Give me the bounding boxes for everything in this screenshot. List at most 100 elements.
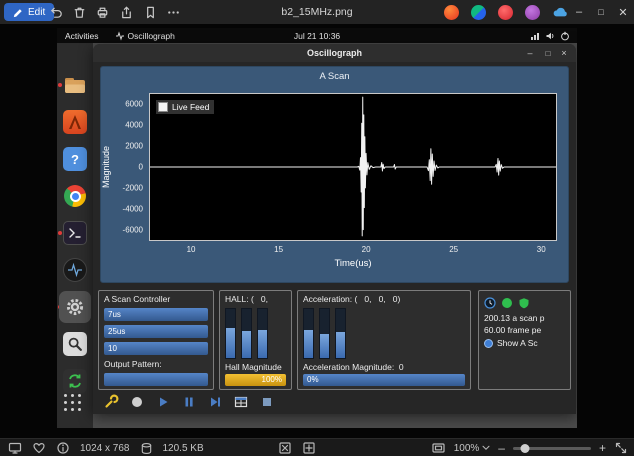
a-scan-controller-group: A Scan Controller 7us 25us 10 Output Pat… xyxy=(98,290,214,390)
minimize-button[interactable]: – xyxy=(568,0,590,24)
settings-app-icon[interactable] xyxy=(63,295,87,319)
level-meter xyxy=(225,308,236,359)
app-titlebar: Edit b2_15MHz.png – □ ✕ xyxy=(0,0,634,24)
controls-row: A Scan Controller 7us 25us 10 Output Pat… xyxy=(98,290,571,390)
oscillograph-titlebar[interactable]: Oscillograph – □ × xyxy=(93,44,576,62)
gain-slider[interactable]: 10 xyxy=(104,342,208,355)
clock[interactable]: Jul 21 10:36 xyxy=(294,28,340,43)
dock: ? xyxy=(57,43,93,428)
undo-button[interactable] xyxy=(46,2,67,22)
zoom-in-button[interactable]: + xyxy=(599,441,606,455)
file-size: 120.5 KB xyxy=(163,443,204,454)
close-button[interactable]: ✕ xyxy=(612,0,634,24)
osc-minimize-button[interactable]: – xyxy=(522,44,538,62)
level-meter xyxy=(241,308,252,359)
pulse-width-slider[interactable]: 7us xyxy=(104,308,208,321)
purple-app-icon[interactable] xyxy=(525,5,540,20)
share-button[interactable] xyxy=(116,2,137,22)
y-axis-label: Magnitude xyxy=(101,93,112,241)
hall-magnitude-label: Hall Magnitude xyxy=(225,362,286,372)
grid-dot xyxy=(71,394,74,397)
stop-button[interactable] xyxy=(259,394,275,410)
y-tick-label: -6000 xyxy=(123,226,143,235)
scan-rate-text: 200.13 a scan p xyxy=(484,313,565,323)
table-view-button[interactable] xyxy=(233,394,249,410)
chrome-app-icon[interactable] xyxy=(63,184,87,208)
oscillograph-dock-icon[interactable] xyxy=(63,258,87,282)
oscillograph-window-title: Oscillograph xyxy=(307,48,362,58)
cloud-app-icon[interactable] xyxy=(552,5,567,20)
osc-maximize-button[interactable]: □ xyxy=(540,44,556,62)
help-app-icon[interactable]: ? xyxy=(63,147,87,171)
grid-dot xyxy=(78,408,81,411)
terminal-app-icon[interactable] xyxy=(63,221,87,245)
show-a-scan-option[interactable]: Show A Sc xyxy=(484,338,565,348)
osc-close-button[interactable]: × xyxy=(556,44,572,62)
group-title: Acceleration: ( 0, 0, 0) xyxy=(303,294,465,304)
fullscreen-icon[interactable] xyxy=(614,441,628,455)
chevron-down-icon xyxy=(482,445,490,451)
cloud-icon xyxy=(552,5,567,20)
zoom-out-button[interactable]: – xyxy=(498,441,505,455)
gnome-top-bar: Activities Oscillograph Jul 21 10:36 xyxy=(57,28,577,43)
y-tick-label: -4000 xyxy=(123,205,143,214)
pink-app-icon[interactable] xyxy=(498,5,513,20)
show-applications-button[interactable] xyxy=(64,394,81,411)
zoom-fit-icon[interactable] xyxy=(278,441,292,455)
favorite-tag-button[interactable] xyxy=(140,2,161,22)
y-tick-label: 2000 xyxy=(125,141,143,150)
a-scan-panel: A Scan Magnitude 6000400020000-2000-4000… xyxy=(100,66,569,283)
live-feed-toggle[interactable]: Live Feed xyxy=(156,100,214,114)
print-button[interactable] xyxy=(92,2,113,22)
screenshot-tool-icon[interactable] xyxy=(63,332,87,356)
record-button[interactable] xyxy=(129,394,145,410)
plot-area[interactable]: Live Feed xyxy=(149,93,557,241)
output-pattern-bar[interactable] xyxy=(104,373,208,386)
activities-button[interactable]: Activities xyxy=(65,31,99,41)
files-app-icon[interactable] xyxy=(63,73,87,97)
x-axis-ticks: 1015202530 xyxy=(149,245,557,255)
window-slider[interactable]: 25us xyxy=(104,325,208,338)
fit-screen-icon[interactable] xyxy=(431,441,446,455)
play-button[interactable] xyxy=(155,394,171,410)
text-editor-app-icon[interactable] xyxy=(63,110,87,134)
magnifier-icon xyxy=(66,335,84,353)
step-forward-button[interactable] xyxy=(207,394,223,410)
x-tick-label: 10 xyxy=(187,245,196,254)
terminal-prompt-icon xyxy=(68,226,82,240)
software-updater-icon[interactable] xyxy=(63,369,87,393)
refresh-arrows-icon xyxy=(67,373,83,389)
delete-button[interactable] xyxy=(69,2,90,22)
favorite-heart-icon[interactable] xyxy=(32,441,46,455)
y-tick-label: -2000 xyxy=(123,184,143,193)
gear-icon xyxy=(64,296,86,318)
stats-group: 200.13 a scan p 60.00 frame pe Show A Sc xyxy=(478,290,571,390)
y-tick-label: 4000 xyxy=(125,120,143,129)
teal-app-icon[interactable] xyxy=(471,5,486,20)
x-tick-label: 20 xyxy=(362,245,371,254)
zoom-level-dropdown[interactable]: 100% xyxy=(454,443,491,454)
focused-app-indicator[interactable]: Oscillograph xyxy=(115,31,175,41)
maximize-button[interactable]: □ xyxy=(590,0,612,24)
orange-app-icon[interactable] xyxy=(444,5,459,20)
display-icon[interactable] xyxy=(8,441,22,455)
info-icon[interactable] xyxy=(56,441,70,455)
more-options-button[interactable] xyxy=(163,2,184,22)
level-meter xyxy=(257,308,268,359)
oscillograph-app-icon xyxy=(115,31,125,41)
zoom-level-value: 100% xyxy=(454,443,480,454)
zoom-slider-handle[interactable] xyxy=(520,444,529,453)
system-status-area[interactable] xyxy=(530,28,570,43)
y-tick-label: 0 xyxy=(139,163,143,172)
settings-wrench-button[interactable] xyxy=(103,394,119,410)
y-tick-label: 6000 xyxy=(125,99,143,108)
image-dimensions: 1024 x 768 xyxy=(80,443,130,454)
radio-button[interactable] xyxy=(484,339,493,348)
zoom-fill-icon[interactable] xyxy=(302,441,316,455)
zoom-slider[interactable] xyxy=(513,447,591,450)
clock-icon xyxy=(484,297,496,309)
image-viewer-canvas[interactable]: Activities Oscillograph Jul 21 10:36 xyxy=(0,24,634,438)
live-feed-checkbox[interactable] xyxy=(158,102,168,112)
pause-button[interactable] xyxy=(181,394,197,410)
chrome-icon xyxy=(64,185,86,207)
